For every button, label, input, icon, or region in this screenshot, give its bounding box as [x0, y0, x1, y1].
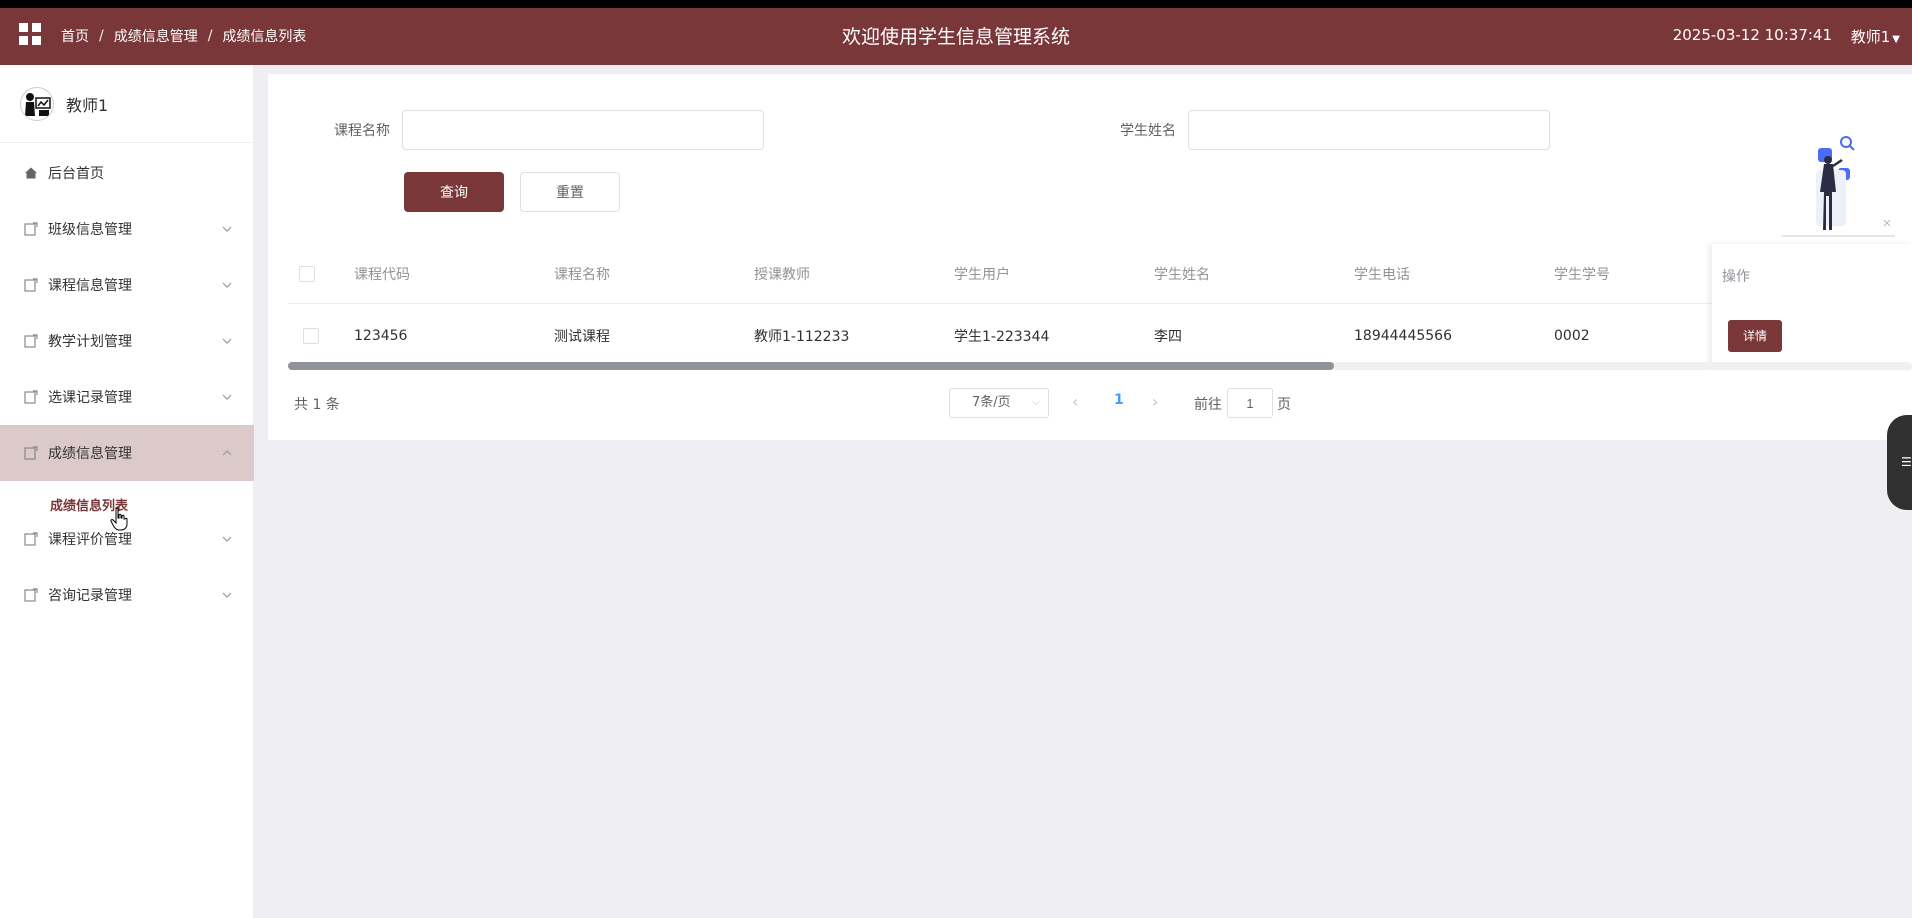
goto-label: 前往 [1194, 397, 1222, 413]
sidebar-item-course-management[interactable]: 课程信息管理 [0, 257, 254, 313]
list-icon: ☰ [1901, 455, 1912, 469]
cell-course-name: 测试课程 [554, 328, 610, 345]
cell-teacher: 教师1-112233 [754, 328, 850, 345]
column-student-phone[interactable]: 学生电话 [1354, 264, 1410, 284]
select-all-checkbox[interactable] [299, 265, 315, 282]
current-page[interactable]: 1 [1114, 392, 1124, 408]
search-illustration [1782, 136, 1895, 237]
cell-student-phone: 18944445566 [1354, 327, 1452, 344]
chevron-down-icon [222, 282, 232, 288]
chevron-up-icon [222, 450, 232, 456]
reset-button[interactable]: 重置 [520, 172, 620, 212]
sidebar-item-grade-management[interactable]: 成绩信息管理 [0, 425, 254, 481]
goto-suffix: 页 [1277, 397, 1291, 413]
horizontal-scrollbar[interactable] [288, 362, 1912, 370]
page-title: 欢迎使用学生信息管理系统 [841, 26, 1070, 48]
page-size-select[interactable]: 7条/页 ⌵ [949, 388, 1049, 418]
home-icon [25, 167, 37, 179]
doc-icon [24, 446, 38, 460]
course-name-input[interactable] [402, 110, 764, 150]
query-button[interactable]: 查询 [404, 172, 504, 212]
column-operations: 操作 [1722, 269, 1750, 285]
doc-icon [24, 278, 38, 292]
sidebar-item-label: 咨询记录管理 [48, 588, 132, 604]
user-menu[interactable]: 教师1 ▼ [1851, 26, 1900, 47]
profile: 教师1 [0, 65, 253, 143]
column-student-user[interactable]: 学生用户 [954, 264, 1010, 284]
column-course-code[interactable]: 课程代码 [354, 264, 410, 284]
doc-icon [24, 588, 38, 602]
column-teacher[interactable]: 授课教师 [754, 264, 810, 284]
chevron-down-icon [222, 226, 232, 232]
hand-cursor-icon [110, 507, 128, 531]
cell-student-id: 0002 [1554, 327, 1590, 344]
table-header: 课程代码 课程名称 授课教师 学生用户 学生姓名 学生电话 学生学号 [288, 244, 1912, 304]
sidebar: 教师1 后台首页 班级信息管理 课程信息管理 教学计划管理 选课记录管理 成绩信… [0, 65, 254, 918]
datetime-display: 2025-03-12 10:37:41 [1672, 26, 1832, 44]
sidebar-item-label: 成绩信息管理 [48, 446, 132, 462]
chevron-down-icon [222, 592, 232, 598]
doc-icon [24, 390, 38, 404]
cell-student-user: 学生1-223344 [954, 328, 1050, 345]
student-name-input[interactable] [1188, 110, 1550, 150]
operations-column: 操作 详情 [1712, 244, 1912, 368]
sidebar-item-class-management[interactable]: 班级信息管理 [0, 201, 254, 257]
user-name: 教师1 [1850, 28, 1891, 46]
sidebar-item-label: 教学计划管理 [48, 334, 132, 350]
sidebar-item-label: 课程评价管理 [48, 532, 132, 548]
chevron-down-icon [222, 536, 232, 542]
goto-page-input[interactable] [1227, 388, 1273, 418]
doc-icon [24, 532, 38, 546]
chevron-down-icon [222, 338, 232, 344]
header-bar: 首页 / 成绩信息管理 / 成绩信息列表 欢迎使用学生信息管理系统 2025-0… [0, 8, 1912, 65]
sidebar-item-dashboard[interactable]: 后台首页 [0, 145, 254, 201]
chevron-down-icon [222, 394, 232, 400]
prev-page-icon[interactable]: ‹ [1072, 392, 1078, 411]
pager-total: 共 1 条 [294, 397, 340, 413]
cell-student-name: 李四 [1154, 328, 1182, 345]
chevron-down-icon: ▼ [1892, 34, 1900, 45]
profile-name: 教师1 [66, 95, 109, 115]
column-student-id[interactable]: 学生学号 [1554, 264, 1610, 284]
detail-button[interactable]: 详情 [1728, 320, 1782, 352]
table-row: 123456 测试课程 教师1-112233 学生1-223344 李四 189… [288, 304, 1912, 368]
column-course-name[interactable]: 课程名称 [554, 264, 610, 284]
floating-tab[interactable]: ☰ [1887, 415, 1912, 510]
row-checkbox[interactable] [303, 327, 319, 344]
cell-course-code: 123456 [354, 327, 408, 344]
column-student-name[interactable]: 学生姓名 [1154, 264, 1210, 284]
student-name-label: 学生姓名 [1120, 123, 1176, 139]
sidebar-item-label: 选课记录管理 [48, 390, 132, 406]
sidebar-item-label: 课程信息管理 [48, 278, 132, 294]
sidebar-item-consultation-records[interactable]: 咨询记录管理 [0, 567, 254, 623]
sidebar-item-enrollment-records[interactable]: 选课记录管理 [0, 369, 254, 425]
top-strip [0, 0, 1912, 8]
sidebar-item-label: 后台首页 [48, 166, 104, 182]
course-name-label: 课程名称 [334, 123, 390, 139]
chevron-down-icon: ⌵ [1032, 397, 1040, 408]
scrollbar-thumb[interactable] [288, 362, 1334, 370]
main-panel: 课程名称 学生姓名 查询 重置 课程代码 课程名称 授课教师 学生用户 学生姓名… [268, 74, 1912, 440]
doc-icon [24, 334, 38, 348]
next-page-icon[interactable]: › [1152, 392, 1158, 411]
doc-icon [24, 222, 38, 236]
avatar [20, 86, 54, 121]
page-size-value: 7条/页 [972, 395, 1011, 410]
sidebar-item-teaching-plan[interactable]: 教学计划管理 [0, 313, 254, 369]
sidebar-item-label: 班级信息管理 [48, 222, 132, 238]
